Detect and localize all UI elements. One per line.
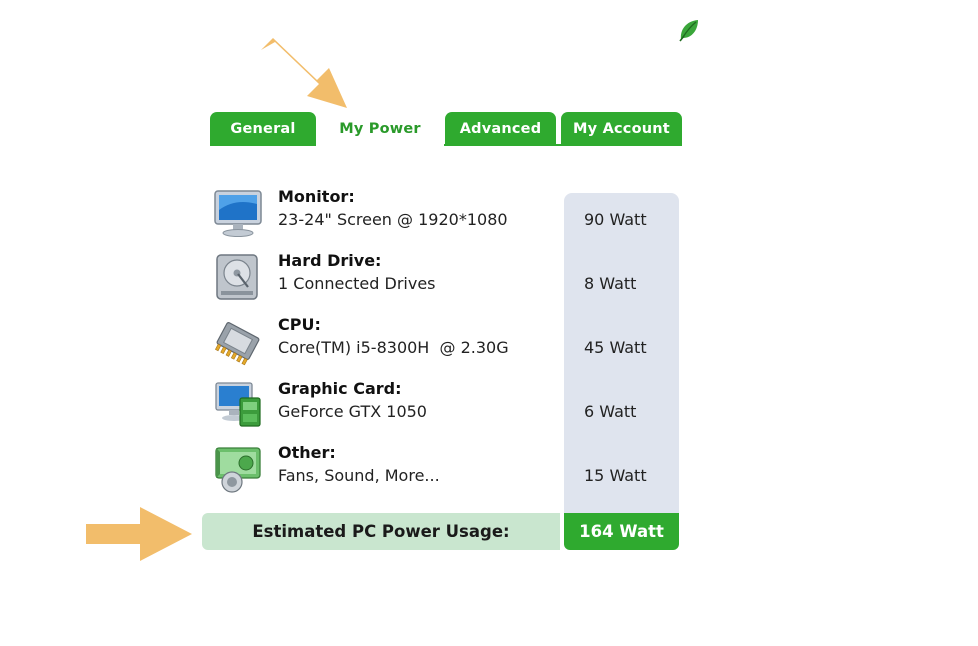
tab-underline-gap bbox=[316, 144, 444, 146]
component-title: Hard Drive: bbox=[278, 251, 382, 270]
tab-my-power[interactable]: My Power bbox=[316, 112, 444, 144]
graphic-card-icon bbox=[215, 382, 261, 427]
component-detail: 23-24" Screen @ 1920*1080 bbox=[278, 210, 508, 229]
component-detail: 1 Connected Drives bbox=[278, 274, 436, 293]
component-watt: 6 Watt bbox=[584, 402, 637, 421]
cpu-icon bbox=[215, 322, 260, 366]
tab-my-account[interactable]: My Account bbox=[561, 112, 682, 144]
component-title: CPU: bbox=[278, 315, 321, 334]
tab-bar: General My Power Advanced My Account bbox=[210, 112, 682, 146]
list-item-monitor: Monitor: 23-24" Screen @ 1920*1080 90 Wa… bbox=[212, 186, 682, 242]
list-item-cpu: CPU: Core(TM) i5-8300H @ 2.30G 45 Watt bbox=[212, 314, 682, 370]
list-item-hard-drive: Hard Drive: 1 Connected Drives 8 Watt bbox=[212, 250, 682, 306]
component-title: Graphic Card: bbox=[278, 379, 402, 398]
hard-drive-icon bbox=[216, 254, 258, 300]
list-item-graphic-card: Graphic Card: GeForce GTX 1050 6 Watt bbox=[212, 378, 682, 434]
list-item-other: Other: Fans, Sound, More... 15 Watt bbox=[212, 442, 682, 498]
total-label: Estimated PC Power Usage: bbox=[202, 513, 560, 550]
tab-underline bbox=[210, 144, 682, 146]
component-watt: 15 Watt bbox=[584, 466, 647, 485]
component-detail: Core(TM) i5-8300H @ 2.30G bbox=[278, 338, 509, 357]
tab-advanced[interactable]: Advanced bbox=[445, 112, 556, 144]
component-detail: Fans, Sound, More... bbox=[278, 466, 440, 485]
component-watt: 45 Watt bbox=[584, 338, 647, 357]
leaf-icon bbox=[679, 20, 698, 42]
component-title: Other: bbox=[278, 443, 336, 462]
component-watt: 90 Watt bbox=[584, 210, 647, 229]
annotation-arrow-down-icon bbox=[261, 38, 347, 108]
component-detail: GeForce GTX 1050 bbox=[278, 402, 427, 421]
component-title: Monitor: bbox=[278, 187, 355, 206]
component-watt: 8 Watt bbox=[584, 274, 637, 293]
speaker-icon bbox=[215, 447, 261, 493]
annotation-arrow-right-icon bbox=[86, 507, 192, 561]
monitor-icon bbox=[214, 190, 262, 237]
tab-general[interactable]: General bbox=[210, 112, 316, 144]
total-value: 164 Watt bbox=[564, 513, 679, 550]
